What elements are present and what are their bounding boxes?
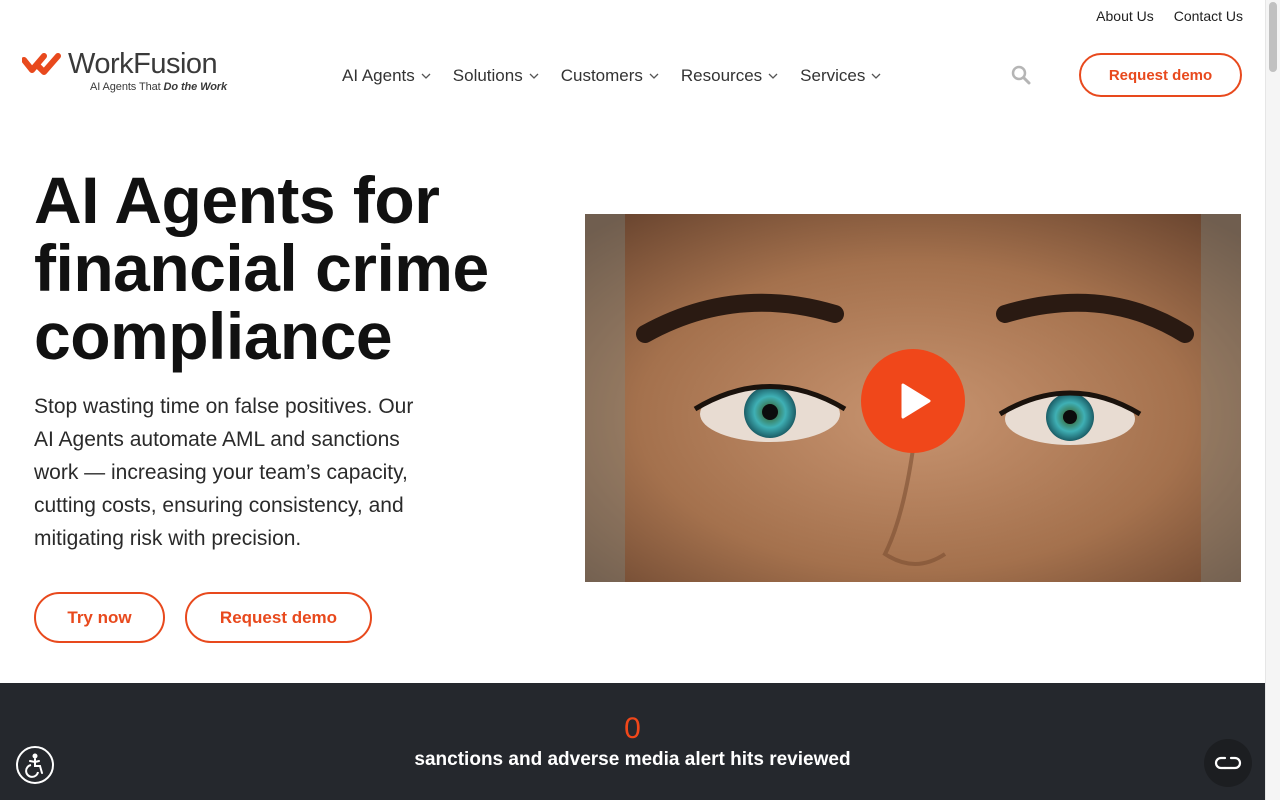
stat-label: sanctions and adverse media alert hits r… bbox=[414, 749, 851, 770]
chevron-down-icon bbox=[421, 73, 431, 79]
about-us-link[interactable]: About Us bbox=[1096, 8, 1154, 24]
nav-item-resources[interactable]: Resources bbox=[681, 66, 778, 86]
hero-title-line: compliance bbox=[34, 299, 393, 373]
chat-widget-button[interactable] bbox=[1204, 739, 1252, 787]
accessibility-button[interactable] bbox=[16, 746, 54, 784]
stat-value: 0 bbox=[624, 712, 641, 745]
nav-item-customers[interactable]: Customers bbox=[561, 66, 659, 86]
logo-tagline-prefix: AI Agents That bbox=[90, 81, 161, 93]
nav-label: Services bbox=[800, 66, 866, 85]
header-request-demo-button[interactable]: Request demo bbox=[1079, 53, 1242, 97]
try-now-button[interactable]: Try now bbox=[34, 592, 165, 643]
page-scrollbar[interactable] bbox=[1265, 0, 1280, 800]
scrollbar-thumb[interactable] bbox=[1269, 2, 1277, 72]
request-demo-button[interactable]: Request demo bbox=[185, 592, 372, 643]
play-button[interactable] bbox=[861, 349, 965, 453]
chevron-down-icon bbox=[768, 73, 778, 79]
logo-tagline-emphasis: Do the Work bbox=[163, 81, 228, 93]
hero-video[interactable] bbox=[585, 214, 1241, 582]
nav-label: AI Agents bbox=[342, 66, 415, 85]
accessibility-icon bbox=[25, 753, 43, 778]
hero-title-line: financial crime bbox=[34, 231, 489, 305]
chat-link-icon bbox=[1214, 756, 1242, 770]
nav-item-ai-agents[interactable]: AI Agents bbox=[342, 66, 431, 86]
play-icon bbox=[901, 383, 931, 419]
logo-wordmark: WorkFusion bbox=[68, 48, 218, 80]
hero-title-line: AI Agents for bbox=[34, 163, 440, 237]
nav-item-services[interactable]: Services bbox=[800, 66, 881, 86]
chevron-down-icon bbox=[871, 73, 881, 79]
chevron-down-icon bbox=[529, 73, 539, 79]
nav-label: Customers bbox=[560, 66, 643, 85]
nav-label: Solutions bbox=[452, 66, 523, 85]
search-icon[interactable] bbox=[1011, 65, 1031, 85]
utility-links: About Us Contact Us bbox=[1096, 8, 1243, 24]
contact-us-link[interactable]: Contact Us bbox=[1174, 8, 1243, 24]
nav-item-solutions[interactable]: Solutions bbox=[453, 66, 539, 86]
workfusion-logo-icon bbox=[22, 52, 61, 75]
chevron-down-icon bbox=[649, 73, 659, 79]
hero-title: AI Agents for financial crime compliance bbox=[34, 166, 489, 370]
main-nav: AI Agents Solutions Customers Resources … bbox=[342, 66, 881, 86]
nav-label: Resources bbox=[680, 66, 763, 85]
logo-tagline: AI Agents That Do the Work bbox=[90, 81, 227, 93]
logo[interactable]: WorkFusion AI Agents That Do the Work bbox=[22, 50, 227, 93]
hero-subtitle: Stop wasting time on false positives. Ou… bbox=[34, 395, 414, 550]
